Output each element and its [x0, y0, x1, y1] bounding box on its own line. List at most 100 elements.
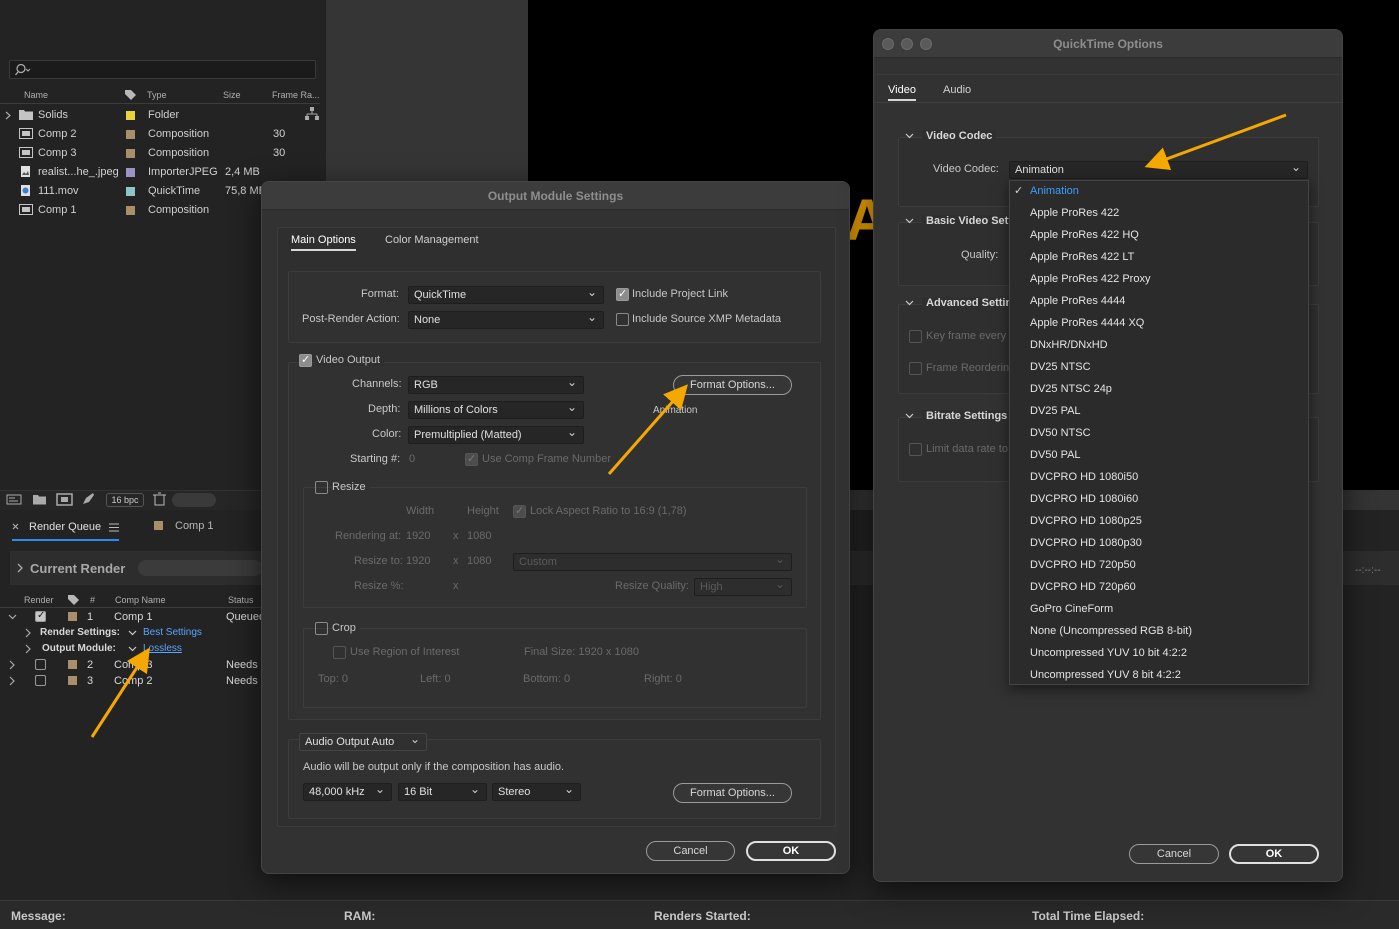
format-select[interactable]: QuickTime: [408, 284, 604, 304]
codec-option[interactable]: GoPro CineForm: [1030, 603, 1113, 615]
crop-bottom[interactable]: Bottom: 0: [523, 673, 570, 685]
panel-menu-icon[interactable]: [109, 523, 119, 532]
render-checkbox[interactable]: [35, 610, 46, 622]
col-status[interactable]: Status: [228, 595, 254, 605]
codec-option[interactable]: DVCPRO HD 720p60: [1030, 581, 1136, 593]
bit-depth-button[interactable]: 16 bpc: [106, 493, 144, 507]
trash-icon[interactable]: [153, 492, 166, 506]
tab-audio[interactable]: Audio: [943, 84, 971, 96]
audio-output-select[interactable]: Audio Output Auto: [299, 731, 427, 751]
close-window-button[interactable]: [882, 38, 894, 50]
resize-width-input[interactable]: 1920: [406, 555, 430, 567]
codec-option[interactable]: DVCPRO HD 720p50: [1030, 559, 1136, 571]
render-checkbox[interactable]: [35, 659, 46, 670]
chevron-right-icon[interactable]: [16, 563, 24, 573]
codec-option[interactable]: DV25 PAL: [1030, 405, 1081, 417]
project-scroll-slider[interactable]: [172, 493, 216, 507]
codec-option[interactable]: Apple ProRes 4444: [1030, 295, 1125, 307]
chevron-right-icon[interactable]: [24, 628, 32, 638]
chevron-right-icon[interactable]: [8, 660, 16, 670]
codec-option[interactable]: DVCPRO HD 1080p30: [1030, 537, 1142, 549]
label-tag-icon[interactable]: [67, 593, 81, 605]
cancel-button[interactable]: Cancel: [646, 841, 735, 861]
video-codec-select[interactable]: Animation: [1009, 159, 1308, 179]
project-item-row[interactable]: realist...he_.jpeg ImporterJPEG 2,4 MB: [0, 163, 326, 182]
cancel-button[interactable]: Cancel: [1129, 844, 1219, 864]
key-frame-checkbox[interactable]: [909, 330, 922, 343]
codec-option[interactable]: DNxHR/DNxHD: [1030, 339, 1108, 351]
depth-select[interactable]: Millions of Colors: [408, 399, 584, 419]
col-render[interactable]: Render: [24, 595, 54, 605]
codec-option[interactable]: DV50 NTSC: [1030, 427, 1091, 439]
project-search-input[interactable]: [9, 60, 316, 79]
tab-comp-1[interactable]: Comp 1: [175, 520, 214, 532]
codec-option[interactable]: DV25 NTSC: [1030, 361, 1091, 373]
limit-rate-checkbox[interactable]: [909, 443, 922, 456]
codec-option[interactable]: None (Uncompressed RGB 8-bit): [1030, 625, 1192, 637]
col-type[interactable]: Type: [147, 90, 167, 100]
new-composition-icon[interactable]: [56, 493, 73, 506]
chevron-down-icon[interactable]: [128, 629, 137, 637]
project-item-row[interactable]: Solids Folder: [0, 106, 326, 125]
codec-option[interactable]: Uncompressed YUV 8 bit 4:2:2: [1030, 669, 1181, 681]
include-xmp-checkbox[interactable]: [616, 313, 629, 326]
label-tag-icon[interactable]: [124, 88, 138, 100]
chevron-down-icon[interactable]: [905, 412, 914, 420]
chevron-down-icon[interactable]: [905, 299, 914, 307]
render-pen-icon[interactable]: [81, 492, 96, 506]
resize-height-input[interactable]: 1080: [467, 555, 491, 567]
codec-option[interactable]: Apple ProRes 422 Proxy: [1030, 273, 1150, 285]
codec-option[interactable]: Apple ProRes 4444 XQ: [1030, 317, 1144, 329]
tab-render-queue[interactable]: Render Queue: [12, 520, 122, 541]
render-queue-row[interactable]: 3 Comp 2 Needs O: [0, 673, 269, 689]
codec-option[interactable]: Animation: [1030, 185, 1079, 197]
ok-button[interactable]: OK: [746, 841, 836, 861]
chevron-down-icon[interactable]: [8, 613, 17, 621]
frame-reordering-checkbox[interactable]: [909, 362, 922, 375]
post-render-select[interactable]: None: [408, 309, 604, 329]
resize-preset-select[interactable]: Custom: [513, 551, 792, 571]
project-item-row[interactable]: Comp 3 Composition 30: [0, 144, 326, 163]
interpret-footage-icon[interactable]: [6, 493, 22, 506]
channels-select[interactable]: RGB: [408, 374, 584, 394]
render-checkbox[interactable]: [35, 675, 46, 686]
resize-checkbox[interactable]: [315, 481, 328, 494]
codec-option[interactable]: Apple ProRes 422 LT: [1030, 251, 1134, 263]
resize-quality-select[interactable]: High: [694, 576, 792, 596]
audio-format-options-button[interactable]: Format Options...: [673, 783, 792, 803]
tab-video[interactable]: Video: [888, 84, 916, 101]
new-folder-icon[interactable]: [32, 493, 47, 505]
codec-option[interactable]: DV25 NTSC 24p: [1030, 383, 1112, 395]
use-roi-checkbox[interactable]: [333, 646, 346, 659]
col-comp-name[interactable]: Comp Name: [115, 595, 166, 605]
col-frame-rate[interactable]: Frame Ra...: [272, 90, 320, 100]
codec-option[interactable]: DVCPRO HD 1080p25: [1030, 515, 1142, 527]
starting-number-value[interactable]: 0: [409, 453, 415, 465]
project-item-row[interactable]: Comp 2 Composition 30: [0, 125, 326, 144]
crop-right[interactable]: Right: 0: [644, 673, 682, 685]
render-queue-row[interactable]: 2 Comp 3 Needs O: [0, 657, 269, 673]
col-name[interactable]: Name: [24, 90, 48, 100]
ok-button[interactable]: OK: [1229, 844, 1319, 864]
col-size[interactable]: Size: [223, 90, 241, 100]
audio-channels-select[interactable]: Stereo: [492, 781, 581, 801]
zoom-window-button[interactable]: [920, 38, 932, 50]
tab-color-management[interactable]: Color Management: [385, 234, 479, 246]
chevron-right-icon[interactable]: [24, 644, 32, 654]
codec-option[interactable]: Apple ProRes 422 HQ: [1030, 229, 1139, 241]
video-output-checkbox[interactable]: [299, 353, 312, 367]
chevron-down-icon[interactable]: [128, 645, 137, 653]
minimize-window-button[interactable]: [901, 38, 913, 50]
lock-aspect-checkbox[interactable]: [513, 504, 526, 518]
codec-option[interactable]: DVCPRO HD 1080i60: [1030, 493, 1138, 505]
chevron-down-icon[interactable]: [905, 217, 914, 225]
chevron-down-icon[interactable]: [905, 132, 914, 140]
render-queue-row[interactable]: 1 Comp 1 Queued: [0, 609, 265, 625]
crop-left[interactable]: Left: 0: [420, 673, 451, 685]
crop-top[interactable]: Top: 0: [318, 673, 348, 685]
sample-rate-select[interactable]: 48,000 kHz: [303, 781, 392, 801]
include-project-link-checkbox[interactable]: [616, 287, 629, 301]
tab-main-options[interactable]: Main Options: [291, 234, 356, 251]
codec-option[interactable]: Uncompressed YUV 10 bit 4:2:2: [1030, 647, 1187, 659]
chevron-right-icon[interactable]: [5, 111, 12, 120]
